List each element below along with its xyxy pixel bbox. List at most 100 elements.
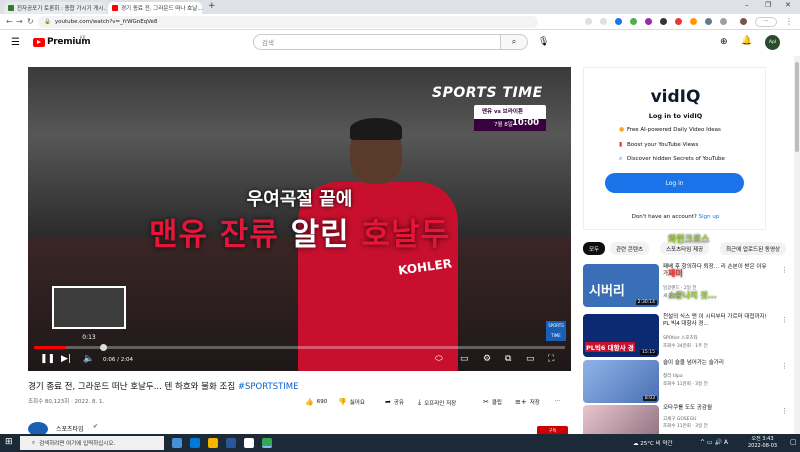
autoplay-toggle-icon[interactable]: ⬭ — [435, 354, 443, 364]
avatar[interactable]: Apl — [765, 35, 780, 50]
task-view-icon[interactable] — [172, 438, 182, 448]
no-account-text: Don't have an account? — [631, 214, 697, 220]
notifications-bell-icon[interactable]: 🔔 — [741, 36, 752, 46]
video-meta: 조회수 11만회 · 3일 전 — [663, 382, 708, 387]
window-close-icon[interactable]: ✕ — [785, 1, 791, 9]
hashtag-link[interactable]: #SPORTSTIME — [238, 382, 299, 392]
more-options-icon[interactable]: ⋮ — [781, 266, 788, 274]
chrome-icon[interactable] — [262, 438, 272, 448]
signup-link[interactable]: Sign up — [699, 214, 720, 220]
profile-button[interactable]: ⋯ — [755, 17, 777, 27]
settings-gear-icon[interactable]: ⚙ — [483, 354, 491, 364]
taskbar-search-input[interactable]: ⌕ 검색하려면 여기에 입력하십시오. — [20, 436, 164, 450]
vidiq-login-button[interactable]: Log in — [605, 173, 744, 193]
weather-widget[interactable]: ☁ 25°C 비 약간 — [633, 439, 673, 447]
window-maximize-icon[interactable]: ❐ — [765, 1, 771, 9]
video-player[interactable]: KOHLER SPORTS TIME 맨유 vs 브라이튼 7월 8일 10:0… — [28, 67, 571, 371]
channel-name[interactable]: 스포츠타임 — [56, 424, 84, 433]
browser-menu-icon[interactable]: ⋮ — [785, 17, 793, 26]
system-tray-icons[interactable]: ^ ▭ 🔊 A — [700, 439, 728, 446]
new-tab-button[interactable]: + — [208, 1, 216, 11]
youtube-logo-icon[interactable] — [33, 38, 45, 47]
tab-title: 경기 종료 전, 그라운드 떠나 호날... — [121, 6, 202, 12]
clock-time: 오전 3:43 — [751, 436, 774, 442]
video-thumbnail[interactable]: PL빅6 대항사 경 15:15 — [583, 314, 659, 357]
video-thumbnail[interactable]: 시버리 2:30:14 — [583, 264, 659, 307]
browser-tab-1[interactable]: 전자공포기 토론회 : 종합 가시기 게시... × — [4, 2, 106, 14]
video-meta: 조회수 11만회 · 3일 전 — [663, 424, 708, 429]
theater-mode-icon[interactable]: ▭ — [526, 354, 535, 364]
file-explorer-icon[interactable] — [208, 438, 218, 448]
chip-all[interactable]: 모두 — [583, 242, 606, 255]
profile-avatar-icon[interactable] — [740, 18, 747, 25]
match-teams-text: 맨유 vs 브라이튼 — [482, 109, 524, 115]
browser-tab-2[interactable]: 경기 종료 전, 그라운드 떠나 호날... × — [108, 2, 202, 14]
extension-icon[interactable] — [630, 18, 637, 25]
windows-start-icon[interactable]: ⊞ — [5, 437, 13, 447]
back-arrow-icon[interactable]: ← — [6, 17, 13, 26]
more-options-icon[interactable]: ⋮ — [781, 407, 788, 415]
match-time-text: 10:00 — [512, 118, 540, 128]
thumbs-down-icon: 👎 — [338, 398, 347, 406]
extension-icon[interactable] — [690, 18, 697, 25]
extension-icon[interactable] — [705, 18, 712, 25]
extension-icon[interactable] — [645, 18, 652, 25]
recommended-video[interactable]: 시버리 2:30:14 패배 후 항의하다 퇴장... 리 손본이 받은 이유가… — [583, 264, 800, 308]
dislike-button[interactable]: 👎 싫어요 — [338, 398, 365, 406]
extension-icon[interactable] — [615, 18, 622, 25]
miniplayer-icon[interactable]: ⧉ — [505, 354, 511, 364]
scrollbar-thumb[interactable] — [795, 62, 799, 152]
fullscreen-icon[interactable]: ⛶ — [548, 354, 554, 364]
notification-center-icon[interactable]: ▢ — [790, 438, 797, 446]
extension-icon[interactable] — [675, 18, 682, 25]
extension-icon[interactable] — [720, 18, 727, 25]
extension-icon[interactable] — [585, 18, 592, 25]
clip-button[interactable]: ✂ 클립 — [483, 398, 502, 406]
volume-icon[interactable]: 🔈 — [83, 354, 94, 364]
scrubber-handle[interactable] — [100, 344, 108, 351]
microphone-icon[interactable]: 🎙 — [538, 37, 549, 47]
pause-icon[interactable]: ❚❚ — [40, 354, 55, 364]
url-text: youtube.com/watch?v=_frWGnEqVe8 — [54, 19, 158, 25]
forward-arrow-icon[interactable]: → — [16, 17, 23, 26]
vidiq-login-panel: vidIQ Log in to vidIQ ● Free AI-powered D… — [583, 67, 766, 230]
chip-recent[interactable]: 최근에 업로드된 동영상 — [720, 242, 787, 255]
more-actions-button[interactable]: ··· — [555, 398, 560, 404]
search-icon: ⌕ — [32, 439, 36, 446]
video-title[interactable]: 오타쿠를 도도 공감월 — [663, 405, 773, 412]
chip-related[interactable]: 관련 콘텐츠 — [610, 242, 650, 255]
extension-icon[interactable] — [660, 18, 667, 25]
app-icon[interactable] — [244, 438, 254, 448]
progress-bar[interactable] — [34, 344, 565, 351]
overlay-text: 와힌크로스 — [668, 235, 710, 245]
create-video-icon[interactable]: ⊕ — [720, 37, 728, 47]
recommended-video[interactable]: PL빅6 대항사 경 15:15 천설의 식스 맨 이 시티부터 가르마 대접까… — [583, 314, 800, 358]
video-thumbnail[interactable]: 8:03 — [583, 360, 659, 403]
recommended-video[interactable]: 8:03 슬이 슬을 넘어가는 슬가리 청리 tilpa 조회수 11만회 · … — [583, 360, 800, 404]
next-video-icon[interactable]: ▶| — [61, 354, 71, 364]
feature-text: Free AI-powered Daily Video Ideas — [627, 127, 721, 133]
vidiq-logo: vidIQ — [650, 87, 701, 107]
search-button[interactable]: ⌕ — [501, 34, 528, 50]
search-placeholder: 검색 — [262, 39, 274, 47]
subtitles-icon[interactable]: ▭ — [460, 354, 469, 364]
match-date-text: 7월 8일 — [494, 122, 513, 128]
more-options-icon[interactable]: ⋮ — [781, 362, 788, 370]
hamburger-menu-icon[interactable]: ☰ — [11, 37, 20, 48]
more-options-icon[interactable]: ⋮ — [781, 316, 788, 324]
share-button[interactable]: ➦ 공유 — [385, 398, 404, 406]
taskbar-clock[interactable]: 오전 3:43 2022-08-03 — [748, 436, 777, 450]
window-minimize-icon[interactable]: – — [745, 1, 749, 9]
save-button[interactable]: ≡+ 저장 — [515, 398, 540, 406]
extension-icon[interactable] — [600, 18, 607, 25]
app-icon[interactable] — [226, 438, 236, 448]
download-button[interactable]: ⤓ 오프라인 저장 — [418, 398, 456, 407]
reload-icon[interactable]: ↻ — [27, 17, 34, 26]
like-button[interactable]: 👍 690 — [305, 398, 327, 406]
video-title[interactable]: 슬이 슬을 넘어가는 슬가리 — [663, 360, 773, 367]
edge-icon[interactable] — [190, 438, 200, 448]
channel-watermark[interactable]: SPORTS TIME — [546, 321, 566, 341]
video-title[interactable]: 천설의 식스 맨 이 시티부터 가르마 대접까지! PL 빅4 대항사 경... — [663, 314, 773, 328]
address-bar[interactable]: 🔒 youtube.com/watch?v=_frWGnEqVe8 — [38, 16, 538, 28]
search-input[interactable]: 검색 — [253, 34, 501, 50]
